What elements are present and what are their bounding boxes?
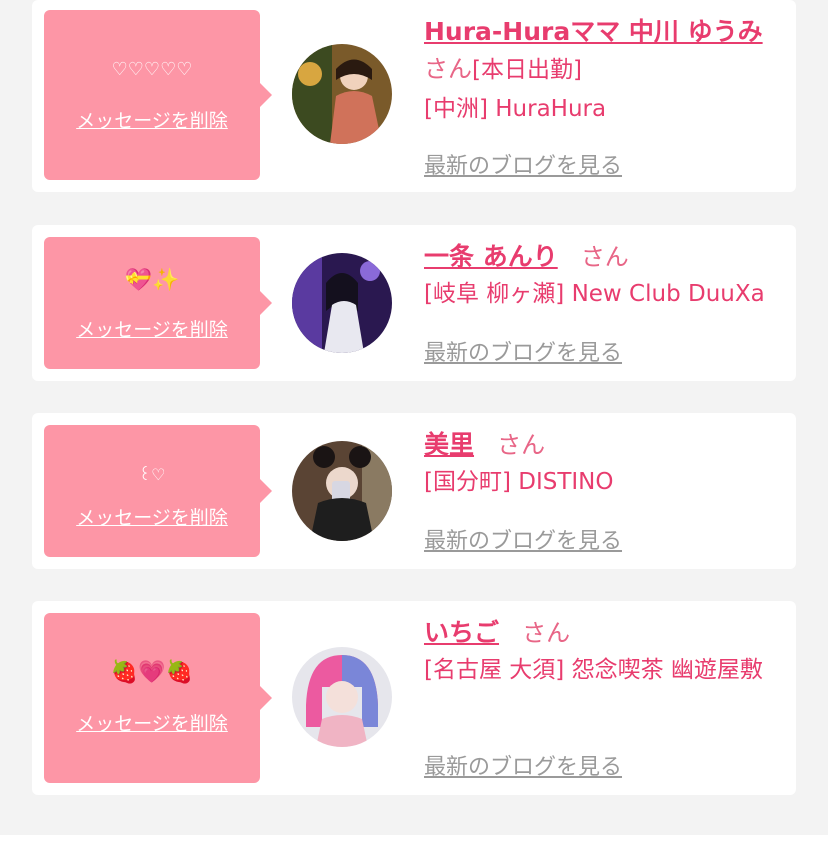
latest-blog-link[interactable]: 最新のブログを見る bbox=[424, 523, 622, 555]
latest-blog-link[interactable]: 最新のブログを見る bbox=[424, 749, 622, 781]
list-item: 💝✨ メッセージを削除 一条 あんり さん [岐阜 柳ヶ瀬] New Club … bbox=[32, 225, 796, 381]
message-bubble: ♡♡♡♡♡ メッセージを削除 bbox=[44, 10, 272, 180]
message-bubble: 💝✨ メッセージを削除 bbox=[44, 237, 272, 369]
delete-message-link[interactable]: メッセージを削除 bbox=[44, 106, 260, 133]
avatar-photo bbox=[292, 647, 392, 747]
profile-info: 一条 あんり さん [岐阜 柳ヶ瀬] New Club DuuXa bbox=[424, 237, 794, 313]
profile-info: 美里 さん [国分町] DISTINO bbox=[424, 425, 794, 501]
message-emoji: 💝✨ bbox=[124, 268, 180, 293]
honorific: さん bbox=[580, 243, 629, 271]
avatar-photo bbox=[292, 441, 392, 541]
shop-name: [国分町] DISTINO bbox=[424, 469, 614, 495]
profile-name[interactable]: Hura-Huraママ 中川 ゆうみ bbox=[424, 17, 763, 46]
work-status: [本日出勤] bbox=[472, 57, 582, 83]
list-item: 🍓💗🍓 メッセージを削除 いちご さん [名古屋 大須] 怨念喫茶 幽遊屋敷 最… bbox=[32, 601, 796, 795]
profile-name[interactable]: 一条 あんり bbox=[424, 242, 558, 271]
message-list: ♡♡♡♡♡ メッセージを削除 Hura-Huraママ 中川 ゆうみ さん[本日出… bbox=[0, 0, 828, 845]
delete-message-link[interactable]: メッセージを削除 bbox=[44, 315, 260, 342]
honorific: さん bbox=[522, 619, 571, 647]
bottom-divider bbox=[0, 835, 828, 845]
profile-name[interactable]: 美里 bbox=[424, 430, 474, 459]
latest-blog-link[interactable]: 最新のブログを見る bbox=[424, 148, 622, 180]
message-emoji: ꒰♡ bbox=[138, 465, 166, 484]
message-emoji: ♡♡♡♡♡ bbox=[111, 59, 193, 80]
list-item: ꒰♡ メッセージを削除 美里 さん [国分町] DISTINO 最新のブログを見… bbox=[32, 413, 796, 569]
delete-message-link[interactable]: メッセージを削除 bbox=[44, 503, 260, 530]
list-item: ♡♡♡♡♡ メッセージを削除 Hura-Huraママ 中川 ゆうみ さん[本日出… bbox=[32, 0, 796, 192]
avatar[interactable] bbox=[292, 441, 392, 541]
avatar-photo bbox=[292, 44, 392, 144]
honorific: さん bbox=[424, 55, 472, 83]
message-bubble: 🍓💗🍓 メッセージを削除 bbox=[44, 613, 272, 783]
shop-name: [中洲] HuraHura bbox=[424, 96, 607, 122]
avatar[interactable] bbox=[292, 253, 392, 353]
message-bubble: ꒰♡ メッセージを削除 bbox=[44, 425, 272, 557]
message-emoji: 🍓💗🍓 bbox=[110, 660, 194, 685]
delete-message-link[interactable]: メッセージを削除 bbox=[44, 709, 260, 736]
profile-info: いちご さん [名古屋 大須] 怨念喫茶 幽遊屋敷 bbox=[424, 613, 794, 689]
shop-name: [岐阜 柳ヶ瀬] New Club DuuXa bbox=[424, 281, 765, 307]
latest-blog-link[interactable]: 最新のブログを見る bbox=[424, 335, 622, 367]
avatar[interactable] bbox=[292, 44, 392, 144]
honorific: さん bbox=[497, 431, 546, 459]
avatar-photo bbox=[292, 253, 392, 353]
shop-name: [名古屋 大須] 怨念喫茶 幽遊屋敷 bbox=[424, 657, 763, 683]
avatar[interactable] bbox=[292, 647, 392, 747]
profile-name[interactable]: いちご bbox=[424, 618, 499, 647]
profile-info: Hura-Huraママ 中川 ゆうみ さん[本日出勤] [中洲] HuraHur… bbox=[424, 12, 794, 128]
